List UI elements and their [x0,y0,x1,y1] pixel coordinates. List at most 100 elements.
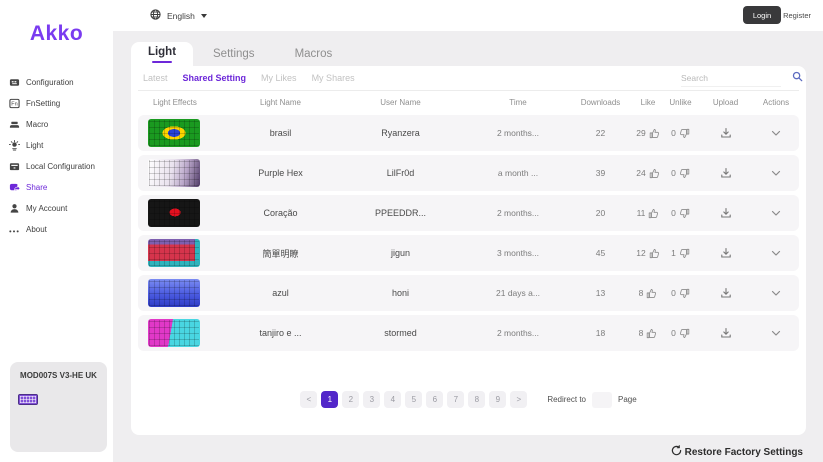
expand-row-button[interactable] [753,289,799,298]
topbar: English Login Register [113,0,823,31]
like-count: 29 [636,128,645,138]
download-button[interactable] [698,327,753,339]
time-value: 2 months... [468,208,568,218]
sidebar-item-share[interactable]: Share [0,177,113,198]
column-header: Like [633,98,663,107]
page-button-6[interactable]: 6 [426,391,443,408]
user-name: PPEEDDR... [333,208,468,218]
unlike-control[interactable]: 0 [663,168,698,179]
light-effect-thumbnail [148,159,200,187]
search-icon[interactable] [792,69,803,87]
sidebar-item-about[interactable]: About [0,219,113,240]
sub-tab-shared-setting[interactable]: Shared Setting [183,73,247,83]
download-button[interactable] [698,287,753,299]
unlike-control[interactable]: 1 [663,248,698,259]
tab-settings[interactable]: Settings [213,48,255,66]
time-value: 2 months... [468,128,568,138]
table-row: tanjiro e ... stormed 2 months... 18 8 0 [138,315,799,351]
sub-tab-my-likes[interactable]: My Likes [261,73,297,83]
unlike-control[interactable]: 0 [663,328,698,339]
sub-tab-my-shares[interactable]: My Shares [312,73,355,83]
like-count: 8 [639,328,644,338]
local-configuration-icon [8,161,20,173]
expand-row-button[interactable] [753,129,799,138]
column-header: Time [468,98,568,107]
redirect-page-input[interactable] [592,392,612,408]
tab-light[interactable]: Light [131,42,193,66]
page-button-2[interactable]: 2 [342,391,359,408]
sidebar-item-light[interactable]: Light [0,135,113,156]
next-page-button[interactable]: > [510,391,527,408]
sidebar-item-label: Configuration [26,78,74,87]
language-selector[interactable]: English [150,7,207,25]
thumbs-up-icon [646,288,657,299]
page-button-5[interactable]: 5 [405,391,422,408]
sidebar-item-configuration[interactable]: Configuration [0,72,113,93]
column-header: Light Effects [138,98,228,107]
column-header: Upload [698,98,753,107]
expand-row-button[interactable] [753,329,799,338]
tab-macros[interactable]: Macros [295,48,333,66]
light-name: azul [228,288,333,298]
sidebar-item-label: My Account [26,204,67,213]
restore-factory-settings-button[interactable]: Restore Factory Settings [671,443,803,461]
register-button[interactable]: Register [783,11,811,20]
downloads-count: 45 [568,248,633,258]
table-body: brasil Ryanzera 2 months... 22 29 0 [138,115,799,351]
column-header: User Name [333,98,468,107]
download-button[interactable] [698,167,753,179]
expand-row-button[interactable] [753,209,799,218]
unlike-count: 0 [671,208,676,218]
expand-row-button[interactable] [753,169,799,178]
search-input[interactable] [681,73,792,83]
akko-logo: Akko [0,22,113,46]
device-name: MOD007S V3-HE UK [10,362,107,380]
sidebar-item-label: Share [26,183,47,192]
unlike-control[interactable]: 0 [663,288,698,299]
light-icon [8,140,20,152]
unlike-control[interactable]: 0 [663,128,698,139]
globe-icon [150,7,161,25]
like-count: 24 [636,168,645,178]
user-name: honi [333,288,468,298]
table-row: Purple Hex LilFr0d a month ... 39 24 0 [138,155,799,191]
like-control[interactable]: 8 [633,328,663,339]
downloads-count: 22 [568,128,633,138]
download-button[interactable] [698,247,753,259]
page-button-8[interactable]: 8 [468,391,485,408]
like-control[interactable]: 8 [633,288,663,299]
download-button[interactable] [698,127,753,139]
page-button-4[interactable]: 4 [384,391,401,408]
downloads-count: 20 [568,208,633,218]
like-control[interactable]: 12 [633,248,663,259]
thumbs-down-icon [679,128,690,139]
like-control[interactable]: 29 [633,128,663,139]
page-button-7[interactable]: 7 [447,391,464,408]
light-effect-thumbnail [148,279,200,307]
unlike-control[interactable]: 0 [663,208,698,219]
download-button[interactable] [698,207,753,219]
table-header: Light Effects Light Name User Name Time … [138,94,799,111]
expand-row-button[interactable] [753,249,799,258]
page-button-3[interactable]: 3 [363,391,380,408]
restore-label: Restore Factory Settings [685,447,803,458]
chevron-down-icon [201,14,207,18]
page-button-1[interactable]: 1 [321,391,338,408]
page-button-9[interactable]: 9 [489,391,506,408]
sidebar-item-my-account[interactable]: My Account [0,198,113,219]
sidebar-item-macro[interactable]: Macro [0,114,113,135]
prev-page-button[interactable]: < [300,391,317,408]
redirect-label: Redirect to [547,395,586,404]
sidebar-item-local-configuration[interactable]: Local Configuration [0,156,113,177]
sub-tab-latest[interactable]: Latest [143,73,168,83]
light-name: Purple Hex [228,168,333,178]
thumbs-down-icon [679,328,690,339]
reset-icon [671,443,682,461]
time-value: 2 months... [468,328,568,338]
sidebar-item-fnsetting[interactable]: Fn FnSetting [0,93,113,114]
device-card[interactable]: MOD007S V3-HE UK [10,362,107,452]
like-control[interactable]: 24 [633,168,663,179]
like-control[interactable]: 11 [633,208,663,219]
login-button[interactable]: Login [743,6,781,24]
thumbs-up-icon [646,328,657,339]
